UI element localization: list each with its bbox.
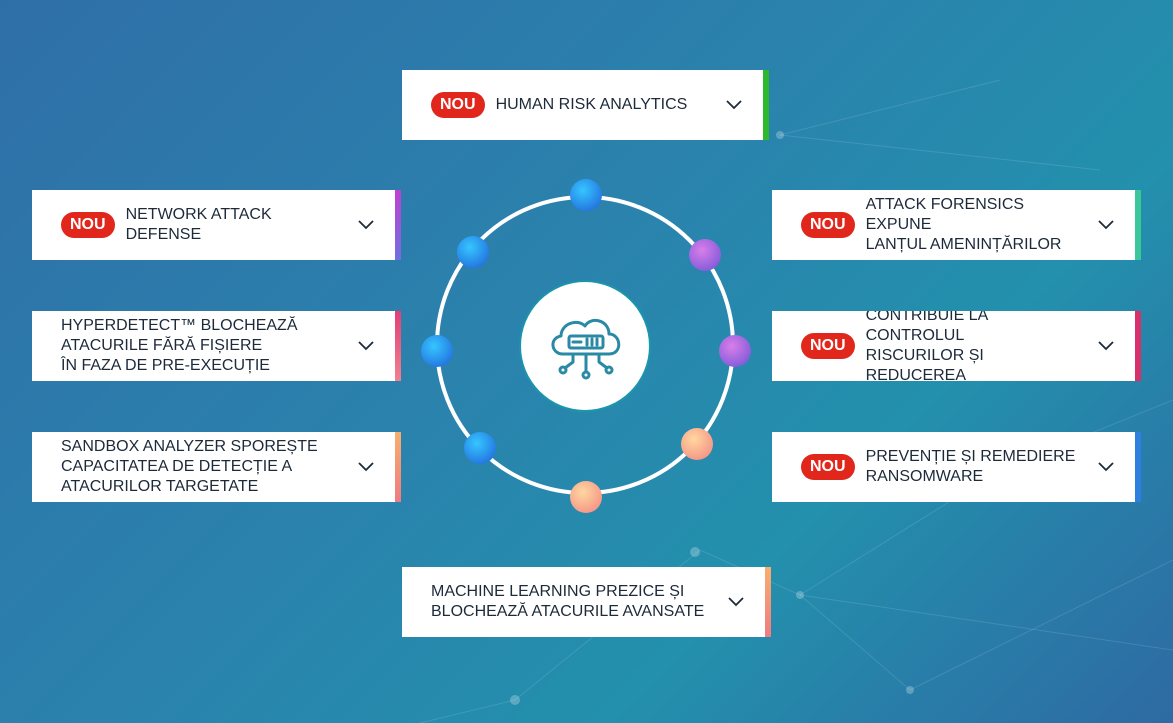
chevron-down-icon[interactable]: [1097, 461, 1115, 473]
accent-bar: [395, 432, 401, 502]
card-hyperdetect[interactable]: HYPERDETECT™ BLOCHEAZĂ ATACURILE FĂRĂ FI…: [32, 311, 401, 381]
accent-bar: [395, 190, 401, 260]
accent-bar: [1135, 432, 1141, 502]
card-human-risk-analytics[interactable]: NOU HUMAN RISK ANALYTICS: [402, 70, 769, 140]
card-label: NETWORK ATTACK DEFENSE: [125, 206, 272, 243]
card-label: ATTACK FORENSICS EXPUNE LANȚUL AMENINȚĂR…: [865, 196, 1062, 253]
chevron-down-icon[interactable]: [725, 99, 743, 111]
new-badge: NOU: [801, 454, 855, 480]
orbit-dot: [421, 335, 453, 367]
orbit-dot: [457, 236, 489, 268]
chevron-down-icon[interactable]: [357, 340, 375, 352]
accent-bar: [763, 70, 769, 140]
card-sandbox-analyzer[interactable]: SANDBOX ANALYZER SPOREȘTE CAPACITATEA DE…: [32, 432, 401, 502]
orbit-dot: [570, 481, 602, 513]
chevron-down-icon[interactable]: [1097, 340, 1115, 352]
center-hub: [521, 282, 649, 410]
card-attack-forensics[interactable]: NOU ATTACK FORENSICS EXPUNE LANȚUL AMENI…: [772, 190, 1141, 260]
orbit-dot: [689, 239, 721, 271]
card-label: MACHINE LEARNING PREZICE ȘI BLOCHEAZĂ AT…: [431, 583, 705, 620]
accent-bar: [395, 311, 401, 381]
accent-bar: [765, 567, 771, 637]
card-network-attack-defense[interactable]: NOU NETWORK ATTACK DEFENSE: [32, 190, 401, 260]
chevron-down-icon[interactable]: [1097, 219, 1115, 231]
card-label: SANDBOX ANALYZER SPOREȘTE CAPACITATEA DE…: [61, 438, 318, 495]
card-label: HYPERDETECT™ BLOCHEAZĂ ATACURILE FĂRĂ FI…: [61, 317, 298, 374]
new-badge: NOU: [801, 333, 855, 359]
orbit-dot: [719, 335, 751, 367]
card-risk-analysis[interactable]: NOU ANALIZA RISCURILOR CONTRIBUIE LA CON…: [772, 311, 1141, 381]
accent-bar: [1135, 190, 1141, 260]
orbit-dot: [570, 179, 602, 211]
card-machine-learning[interactable]: MACHINE LEARNING PREZICE ȘI BLOCHEAZĂ AT…: [402, 567, 771, 637]
accent-bar: [1135, 311, 1141, 381]
card-label: HUMAN RISK ANALYTICS: [495, 96, 688, 113]
cloud-server-icon: [551, 318, 621, 380]
orbit-dot: [464, 432, 496, 464]
card-ransomware[interactable]: NOU PREVENȚIE ȘI REMEDIERE RANSOMWARE: [772, 432, 1141, 502]
card-label: PREVENȚIE ȘI REMEDIERE RANSOMWARE: [865, 448, 1076, 485]
new-badge: NOU: [801, 212, 855, 238]
new-badge: NOU: [431, 92, 485, 118]
chevron-down-icon[interactable]: [357, 219, 375, 231]
chevron-down-icon[interactable]: [727, 596, 745, 608]
orbit-dot: [681, 428, 713, 460]
chevron-down-icon[interactable]: [357, 461, 375, 473]
card-label: ANALIZA RISCURILOR CONTRIBUIE LA CONTROL…: [865, 311, 988, 381]
new-badge: NOU: [61, 212, 115, 238]
